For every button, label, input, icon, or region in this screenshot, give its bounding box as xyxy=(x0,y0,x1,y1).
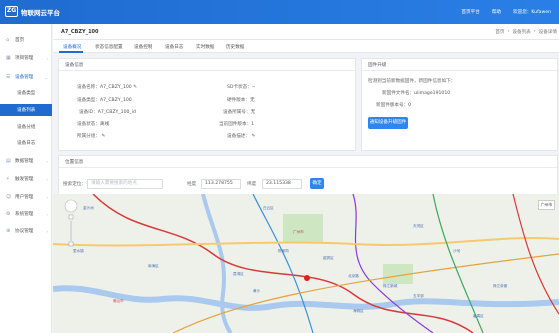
lng-label: 经度 xyxy=(187,182,197,187)
firmware-title: 固件升级 xyxy=(368,63,387,68)
tab-active-indicator xyxy=(59,51,83,53)
tab-bar: 设备概况 状态信息配置 设备控制 设备日志 实时数据 历史数据 xyxy=(53,40,559,53)
hardware-version-row: 硬件版本：无 xyxy=(227,98,255,103)
sidebar-item-device[interactable]: ☰ 设备管理 ⌄ xyxy=(0,71,52,83)
sd-status-row: SD卡状态：-- xyxy=(227,85,256,90)
user-welcome[interactable]: 欢迎您：Kufawen xyxy=(513,9,551,15)
breadcrumb: 首页 › 设备列表 › 设备详情 xyxy=(495,29,557,35)
device-owner-row: 设备所属号：无 xyxy=(223,110,256,115)
lat-label: 纬度 xyxy=(247,182,257,187)
top-bar: ZG 物联网云平台 首页平台 帮助 欢迎您：Kufawen xyxy=(0,0,559,24)
app-title: 物联网云平台 xyxy=(21,9,60,17)
user-icon: ☺ xyxy=(6,194,12,200)
firmware-file-row: 新固件文件名：ulimage191010 xyxy=(382,91,451,96)
page-title: A7_CBZY_100 xyxy=(61,29,99,35)
firmware-desc: 检测到当前新数据固件，新固件信息如下： xyxy=(368,79,456,84)
chevron-right-icon: › xyxy=(46,158,48,164)
tab-history-data[interactable]: 历史数据 xyxy=(226,44,244,50)
upgrade-firmware-button[interactable]: 通知设备升级固件 xyxy=(368,117,408,129)
device-icon: ☰ xyxy=(6,74,11,80)
tab-device-control[interactable]: 设备控制 xyxy=(134,44,152,50)
page-header: A7_CBZY_100 首页 › 设备列表 › 设备详情 xyxy=(53,24,559,40)
chevron-right-icon: › xyxy=(46,55,48,61)
breadcrumb-home[interactable]: 首页 xyxy=(495,29,504,35)
chevron-right-icon: › xyxy=(46,176,48,182)
device-type-row: 设备类型：A7_CBZY_100 xyxy=(77,98,132,103)
device-info-title: 设备信息 xyxy=(65,63,84,68)
location-title: 位置信息 xyxy=(65,160,84,165)
edit-icon[interactable]: ✎ xyxy=(101,134,105,139)
sidebar-item-system[interactable]: ⚙ 系统管理 › xyxy=(0,208,52,220)
map-canvas xyxy=(53,194,559,333)
help-link[interactable]: 帮助 xyxy=(492,9,501,15)
sidebar-sub-device-group[interactable]: 设备分组 xyxy=(0,121,52,133)
tab-status-config[interactable]: 状态信息配置 xyxy=(95,44,123,50)
sidebar-item-user[interactable]: ☺ 用户管理 › xyxy=(0,191,52,203)
sidebar-item-data[interactable]: ▤ 数据管理 › xyxy=(0,155,52,167)
map-view[interactable]: 金沙洲 里水镇 佛山市 广州市 天河区 海珠区 越秀区 荔湾区 白云区 珠江新城… xyxy=(53,194,559,333)
edit-icon[interactable]: ✎ xyxy=(251,134,255,139)
tab-overview[interactable]: 设备概况 xyxy=(63,44,81,50)
breadcrumb-device-list[interactable]: 设备列表 xyxy=(512,29,530,35)
device-status-row: 设备状态：离线 xyxy=(77,122,110,127)
home-icon: ⌂ xyxy=(6,37,10,43)
protocol-icon: ⊕ xyxy=(6,228,11,234)
chevron-right-icon: › xyxy=(46,228,48,234)
tab-realtime-data[interactable]: 实时数据 xyxy=(196,44,214,50)
device-desc-row: 设备描述： ✎ xyxy=(227,134,256,139)
chevron-down-icon: ⌄ xyxy=(44,74,48,80)
firmware-version-new-row: 新固件版本号：0 xyxy=(376,103,412,108)
trigger-icon: ⚡ xyxy=(6,176,10,182)
edit-icon[interactable]: ✎ xyxy=(133,85,137,90)
firmware-panel: 固件升级 检测到当前新数据固件，新固件信息如下： 新固件文件名：ulimage1… xyxy=(361,58,558,151)
lat-input[interactable]: 23.115338 xyxy=(262,179,302,189)
sidebar-sub-device-list[interactable]: 设备列表 xyxy=(0,104,52,116)
device-name-row: 设备名称：A7_CBZY_100 ✎ xyxy=(77,85,138,90)
map-city-tag[interactable]: 广州市 xyxy=(537,200,555,210)
locate-button[interactable]: 确定 xyxy=(310,178,324,189)
device-group-row: 所属分组： ✎ xyxy=(77,134,106,139)
map-zoom-control xyxy=(64,199,78,251)
logo-icon: ZG xyxy=(5,6,18,17)
device-id-row: 设备ID：A7_CBZY_100_id xyxy=(79,110,136,115)
sidebar-item-protocol[interactable]: ⊕ 协议管理 › xyxy=(0,225,52,237)
search-label: 搜索定位： xyxy=(63,182,86,187)
sidebar-item-home[interactable]: ⌂ 首页 xyxy=(0,34,52,46)
project-icon: ▦ xyxy=(6,55,11,61)
chevron-right-icon: › xyxy=(46,194,48,200)
firmware-version-row: 当前固件版本：1 xyxy=(219,122,255,127)
data-icon: ▤ xyxy=(6,158,11,164)
system-icon: ⚙ xyxy=(6,211,11,217)
sidebar-sub-device-log[interactable]: 设备日志 xyxy=(0,137,52,149)
breadcrumb-device-detail: 设备详情 xyxy=(538,30,557,35)
sidebar-item-trigger[interactable]: ⚡ 触发管理 › xyxy=(0,173,52,185)
lng-input[interactable]: 113.278755 xyxy=(201,179,241,189)
search-input[interactable]: 请输入需要搜索的地点 xyxy=(87,179,163,189)
device-info-panel: 设备信息 设备名称：A7_CBZY_100 ✎ 设备类型：A7_CBZY_100… xyxy=(58,58,356,151)
home-link[interactable]: 首页平台 xyxy=(461,9,479,15)
chevron-right-icon: › xyxy=(46,211,48,217)
sidebar: ⌂ 首页 ▦ 项目管理 › ☰ 设备管理 ⌄ 设备类型 设备列表 设备分组 设备日志 ▤ 数… xyxy=(0,24,52,333)
tab-device-log[interactable]: 设备日志 xyxy=(165,44,183,50)
sidebar-item-project[interactable]: ▦ 项目管理 › xyxy=(0,52,52,64)
sidebar-sub-device-type[interactable]: 设备类型 xyxy=(0,87,52,99)
